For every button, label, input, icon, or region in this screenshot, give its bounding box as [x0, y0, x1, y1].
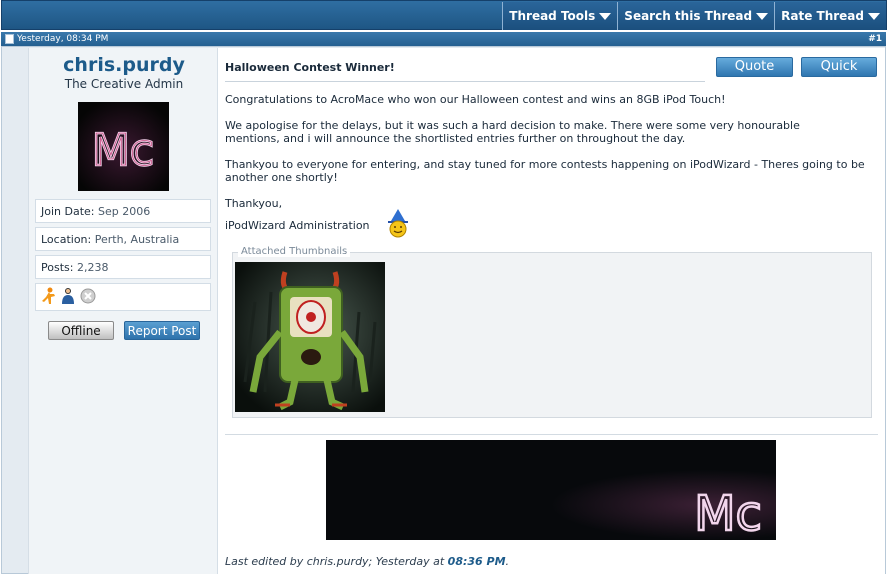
- post-paragraph: Thankyou,: [225, 197, 283, 210]
- post-document-icon: [5, 34, 14, 44]
- edited-prefix: Last edited by chris.purdy; Yesterday at: [225, 555, 445, 568]
- post-paragraph: Thankyou to everyone for entering, and s…: [225, 158, 865, 184]
- search-thread-button[interactable]: Search this Thread: [617, 2, 775, 30]
- signature-separator: [225, 434, 878, 435]
- join-date-value: Sep 2006: [98, 205, 151, 218]
- post-paragraph: Congratulations to AcroMace who won our …: [225, 93, 726, 106]
- join-date-box: Join Date: Sep 2006: [35, 199, 211, 223]
- attachments-legend: Attached Thumbnails: [238, 246, 351, 257]
- search-thread-label: Search this Thread: [624, 9, 753, 23]
- post-title: Halloween Contest Winner!: [225, 61, 395, 74]
- posts-box: Posts: 2,238: [35, 255, 211, 279]
- join-date-label: Join Date:: [41, 205, 95, 218]
- quote-button[interactable]: Quote: [716, 57, 793, 77]
- user-icons-box: [35, 283, 211, 311]
- posts-label: Posts:: [41, 261, 74, 274]
- signature-banner: Mc: [326, 440, 776, 543]
- post-header-bar: Yesterday, 08:34 PM #1: [1, 32, 886, 46]
- thread-tools-button[interactable]: Thread Tools: [502, 2, 618, 30]
- edited-note: Last edited by chris.purdy; Yesterday at…: [225, 555, 509, 568]
- location-label: Location:: [41, 233, 92, 246]
- post-number-link[interactable]: #1: [868, 34, 882, 44]
- post-date: Yesterday, 08:34 PM: [17, 34, 109, 44]
- location-box: Location: Perth, Australia: [35, 227, 211, 251]
- post-paragraph: We apologise for the delays, but it was …: [225, 119, 800, 145]
- thread-tools-label: Thread Tools: [509, 9, 596, 23]
- wizard-smiley-icon: [385, 208, 411, 241]
- signature-logo-text: Mc: [694, 486, 762, 540]
- edited-time: 08:36 PM: [447, 555, 506, 568]
- dropdown-arrow-icon: [868, 12, 880, 20]
- dropdown-arrow-icon: [599, 12, 612, 20]
- attachment-thumbnail[interactable]: [235, 262, 385, 412]
- aim-icon[interactable]: [41, 287, 57, 308]
- offline-status-button[interactable]: Offline: [48, 321, 114, 340]
- user-sidebar: chris.purdy The Creative Admin Mc Mc Joi…: [28, 48, 218, 574]
- post-paragraph: iPodWizard Administration: [225, 219, 370, 232]
- svg-text:Mc: Mc: [92, 125, 154, 176]
- edited-suffix: .: [505, 555, 510, 568]
- thread-toolbar: Thread Tools Search this Thread Rate Thr…: [1, 0, 887, 30]
- skype-icon[interactable]: [79, 287, 97, 308]
- user-title: The Creative Admin: [64, 77, 184, 91]
- report-post-button[interactable]: Report Post: [124, 321, 200, 340]
- thread-tools-menu: Thread Tools Search this Thread Rate Thr…: [502, 2, 886, 30]
- rate-thread-label: Rate Thread: [781, 9, 864, 23]
- title-divider: [225, 81, 705, 82]
- location-value: Perth, Australia: [94, 233, 180, 246]
- quick-reply-button[interactable]: Quick Reply: [801, 57, 877, 92]
- msn-icon[interactable]: [60, 287, 76, 308]
- post-content: Halloween Contest Winner! Quote Quick Re…: [218, 48, 885, 574]
- posts-value: 2,238: [76, 261, 109, 274]
- username-link[interactable]: chris.purdy: [29, 54, 219, 76]
- rate-thread-button[interactable]: Rate Thread: [774, 2, 886, 30]
- dropdown-arrow-icon: [756, 12, 769, 20]
- avatar[interactable]: Mc Mc: [78, 102, 169, 191]
